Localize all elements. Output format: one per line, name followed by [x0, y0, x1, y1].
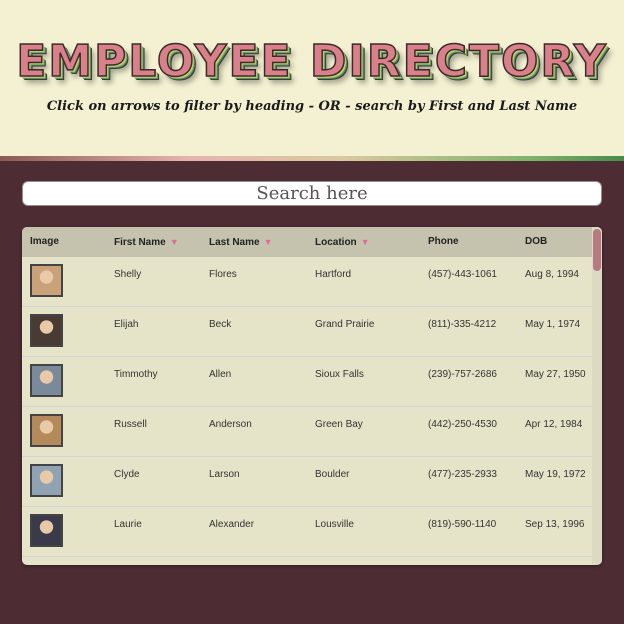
column-header-dob: DOB [525, 236, 548, 247]
search-input[interactable] [22, 181, 602, 206]
table-header: Image First Name ▼ Last Name ▼ Location ▼ P… [22, 227, 602, 257]
first-name-cell: Laurie [114, 519, 142, 530]
page-title: EMPLOYEE DIRECTORY [15, 35, 608, 88]
location-cell: Lousville [315, 519, 354, 530]
scrollbar-thumb[interactable] [593, 229, 601, 271]
column-header-last-name: Last Name ▼ [209, 237, 273, 248]
sort-location-arrow-icon[interactable]: ▼ [361, 237, 370, 247]
employee-avatar [30, 414, 63, 447]
location-cell: Grand Prairie [315, 319, 375, 330]
table-row: Timmothy Allen Sioux Falls (239)-757-268… [22, 357, 592, 407]
sort-first-name-arrow-icon[interactable]: ▼ [170, 237, 179, 247]
table-row: Russell Anderson Green Bay (442)-250-453… [22, 407, 592, 457]
dob-cell: May 27, 1950 [525, 369, 586, 380]
phone-cell: (819)-590-1140 [428, 519, 497, 530]
dob-cell: May 1, 1974 [525, 319, 581, 330]
last-name-cell: Alexander [209, 519, 255, 530]
dob-cell: Aug 8, 1994 [525, 269, 579, 280]
dob-cell: May 19, 1972 [525, 469, 586, 480]
employee-avatar [30, 364, 63, 397]
first-name-cell: Shelly [114, 269, 142, 280]
employee-table: Image First Name ▼ Last Name ▼ Location ▼ P… [22, 227, 602, 565]
employee-avatar [30, 464, 63, 497]
first-name-cell: Clyde [114, 469, 140, 480]
location-cell: Boulder [315, 469, 350, 480]
phone-cell: (811)-335-4212 [428, 319, 497, 330]
employee-avatar [30, 314, 63, 347]
location-cell: Green Bay [315, 419, 363, 430]
first-name-cell: Russell [114, 419, 147, 430]
header-divider [0, 156, 624, 161]
employee-avatar [30, 264, 63, 297]
last-name-cell: Anderson [209, 419, 252, 430]
dob-cell: Sep 13, 1996 [525, 519, 585, 530]
table-row: Shelly Flores Hartford (457)-443-1061 Au… [22, 257, 592, 307]
dob-cell: Apr 12, 1984 [525, 419, 583, 430]
first-name-cell: Timmothy [114, 369, 158, 380]
page-subtitle: Click on arrows to filter by heading - O… [46, 99, 578, 114]
column-header-location: Location ▼ [315, 237, 370, 248]
employee-avatar [30, 514, 63, 547]
location-cell: Sioux Falls [315, 369, 364, 380]
table-scrollbar[interactable] [592, 227, 602, 565]
last-name-cell: Flores [209, 269, 237, 280]
column-header-phone: Phone [428, 236, 459, 247]
sort-last-name-arrow-icon[interactable]: ▼ [264, 237, 273, 247]
last-name-cell: Allen [209, 369, 232, 380]
header: EMPLOYEE DIRECTORY Click on arrows to fi… [0, 0, 624, 158]
phone-cell: (477)-235-2933 [428, 469, 497, 480]
phone-cell: (442)-250-4530 [428, 419, 497, 430]
table-row: Clyde Larson Boulder (477)-235-2933 May … [22, 457, 592, 507]
first-name-cell: Elijah [114, 319, 139, 330]
phone-cell: (239)-757-2686 [428, 369, 497, 380]
table-row: Elijah Beck Grand Prairie (811)-335-4212… [22, 307, 592, 357]
last-name-cell: Beck [209, 319, 232, 330]
table-row: Laurie Alexander Lousville (819)-590-114… [22, 507, 592, 557]
column-header-first-name: First Name ▼ [114, 237, 179, 248]
column-header-image: Image [30, 236, 59, 247]
last-name-cell: Larson [209, 469, 240, 480]
phone-cell: (457)-443-1061 [428, 269, 497, 280]
location-cell: Hartford [315, 269, 352, 280]
